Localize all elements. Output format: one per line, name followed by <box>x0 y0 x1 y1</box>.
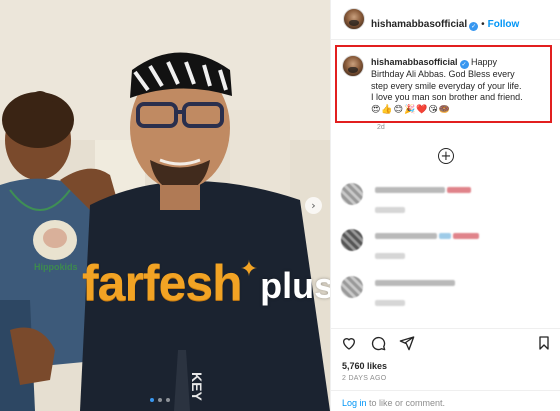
blurred-text <box>375 187 445 193</box>
blurred-meta <box>375 300 405 306</box>
caption-avatar[interactable] <box>342 55 364 77</box>
carousel-dot <box>150 398 154 402</box>
comment-avatar <box>341 276 363 298</box>
carousel-dot <box>166 398 170 402</box>
photo-scene: KEY Hippokids <box>0 0 330 411</box>
comment-item <box>341 276 551 316</box>
avatar[interactable] <box>343 8 365 30</box>
blurred-meta <box>375 253 405 259</box>
post-photo[interactable]: KEY Hippokids farfesh ✦ plus.com › <box>0 0 330 411</box>
blurred-meta <box>375 207 405 213</box>
caption-line-1: hishamabbasofficial ✓ Happy <box>371 57 543 70</box>
bookmark-icon[interactable] <box>535 334 553 352</box>
caption: hishamabbasofficial ✓ Happy Birthday Ali … <box>371 57 543 116</box>
caption-line-3: step every smile everyday of your life. <box>371 80 522 91</box>
post-date: 2 DAYS AGO <box>342 375 387 382</box>
blurred-emoji <box>447 187 471 193</box>
carousel-dot <box>158 398 162 402</box>
verified-badge-icon: ✓ <box>469 22 479 31</box>
separator: • <box>481 19 485 30</box>
action-bar <box>331 328 560 356</box>
comment-avatar <box>341 229 363 251</box>
next-slide-button[interactable]: › <box>305 197 322 214</box>
heart-icon[interactable] <box>340 334 358 352</box>
shirt-text: KEY <box>189 372 205 401</box>
login-link[interactable]: Log in <box>342 398 367 408</box>
blurred-text <box>375 280 455 286</box>
login-prompt-text: to like or comment. <box>366 398 446 408</box>
comment-item <box>341 229 551 269</box>
blurred-emoji <box>453 233 479 239</box>
comment-item <box>341 183 551 223</box>
username-link[interactable]: hishamabbasofficial <box>371 19 467 30</box>
caption-line-4: I love you man son brother and friend. <box>371 92 523 103</box>
caption-text-1: Happy <box>468 57 498 67</box>
load-more-comments-button[interactable]: + <box>438 148 454 164</box>
caption-username-link[interactable]: hishamabbasofficial <box>371 57 458 67</box>
caption-highlight: hishamabbasofficial ✓ Happy Birthday Ali … <box>335 45 552 123</box>
share-icon[interactable] <box>398 334 416 352</box>
caption-line-2: Birthday Ali Abbas. God Bless every <box>371 69 515 80</box>
comment-icon[interactable] <box>369 334 387 352</box>
login-prompt: Log in to like or comment. <box>331 390 560 411</box>
caption-timestamp: 2d <box>377 124 385 131</box>
follow-button[interactable]: Follow <box>488 19 520 30</box>
comment-avatar <box>341 183 363 205</box>
post-header: hishamabbasofficial ✓ • Follow <box>331 0 560 40</box>
likes-count[interactable]: 5,760 likes <box>342 361 387 371</box>
blurred-emoji <box>439 233 451 239</box>
badge-text: Hippokids <box>34 262 78 272</box>
verified-badge-icon: ✓ <box>459 60 469 70</box>
blurred-text <box>375 233 437 239</box>
post-sidebar: hishamabbasofficial ✓ • Follow hishamabbaso… <box>330 0 560 411</box>
caption-emojis: 😍👍😊🎉❤️😘🍩 <box>371 104 451 115</box>
header-line: hishamabbasofficial ✓ • Follow <box>371 14 519 32</box>
carousel-dots <box>150 398 170 402</box>
